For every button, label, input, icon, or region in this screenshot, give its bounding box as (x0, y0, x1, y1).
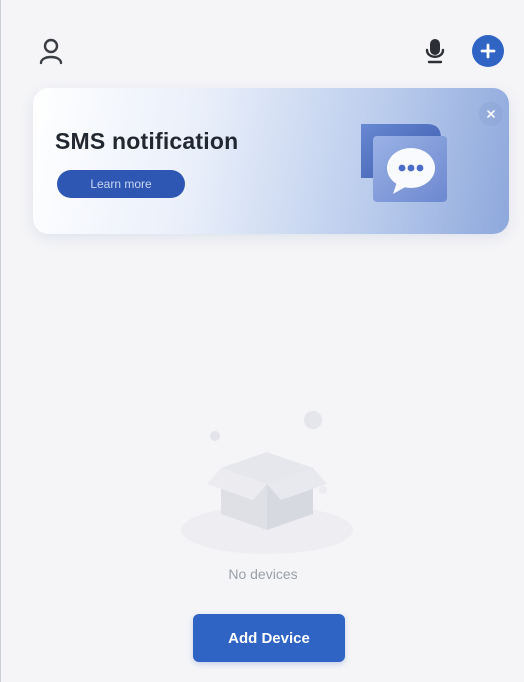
empty-box-icon (181, 411, 353, 554)
user-icon (39, 38, 63, 65)
promo-banner[interactable]: SMS notification Learn more (33, 88, 509, 234)
voice-button[interactable] (421, 34, 449, 68)
empty-state-message: No devices (228, 566, 298, 582)
chat-bubble-icon (361, 124, 447, 202)
microphone-icon (425, 39, 445, 64)
banner-close-button[interactable] (479, 102, 503, 126)
learn-more-button[interactable]: Learn more (57, 170, 185, 198)
top-bar (1, 0, 524, 80)
profile-button[interactable] (35, 34, 67, 68)
add-button[interactable] (472, 35, 504, 67)
close-icon (487, 110, 495, 118)
plus-icon (480, 43, 496, 59)
add-device-button[interactable]: Add Device (193, 614, 345, 662)
banner-title: SMS notification (55, 128, 239, 154)
app-screen: SMS notification Learn more No devices A… (0, 0, 524, 682)
